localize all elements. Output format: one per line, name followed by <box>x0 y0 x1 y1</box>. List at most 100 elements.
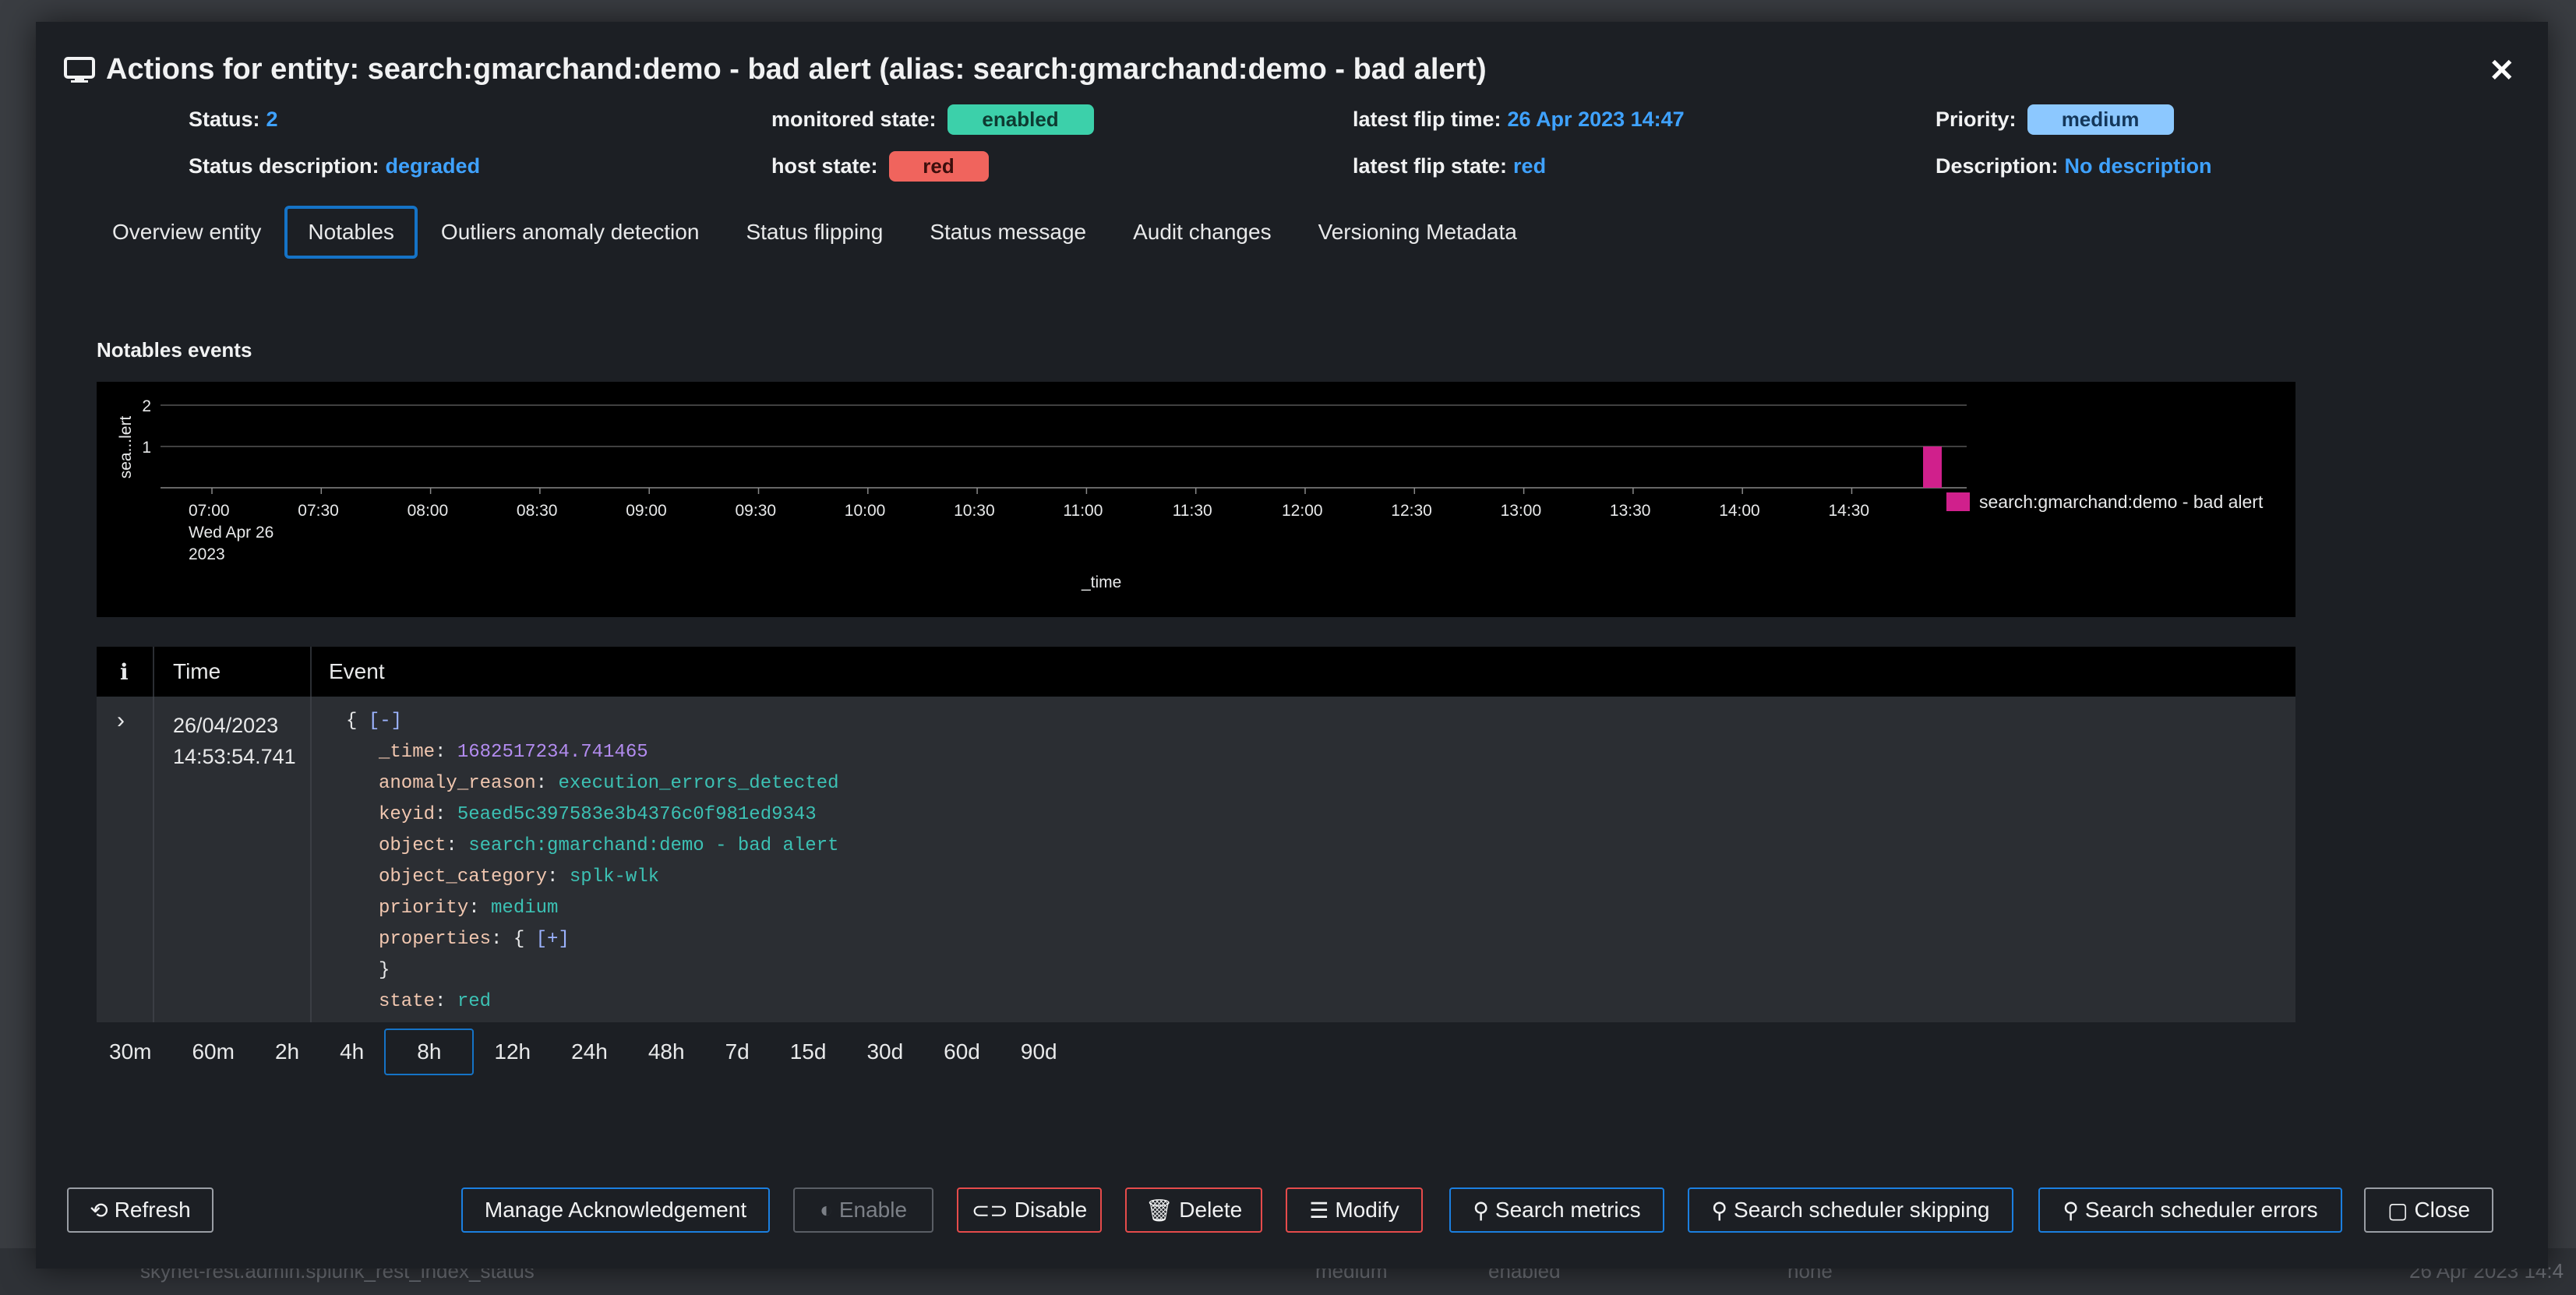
range-button-8h[interactable]: 8h <box>384 1029 475 1075</box>
modify-button[interactable]: ☰ Modify <box>1286 1187 1423 1233</box>
event-json: { [-] _time: 1682517234.741465 anomaly_rea… <box>346 711 2263 1022</box>
range-button-12h[interactable]: 12h <box>474 1029 551 1075</box>
latest-flip-state-label: latest flip state: <box>1353 154 1508 178</box>
range-button-48h[interactable]: 48h <box>628 1029 705 1075</box>
refresh-icon: ⟲ <box>90 1198 108 1223</box>
delete-label: Delete <box>1179 1198 1243 1222</box>
manage-acknowledgement-label: Manage Acknowledgement <box>484 1198 747 1222</box>
x-tick-label: 09:30 <box>736 502 777 520</box>
x-tick-label: 10:00 <box>845 502 886 520</box>
close-label: Close <box>2414 1198 2471 1222</box>
disable-button[interactable]: ⊂⊃ Disable <box>957 1187 1102 1233</box>
range-button-60m[interactable]: 60m <box>171 1029 254 1075</box>
latest-flip-state-value: red <box>1513 154 1547 178</box>
search-scheduler-skipping-button[interactable]: ⚲ Search scheduler skipping <box>1688 1187 2013 1233</box>
toggle-off-icon: ⊂⊃ <box>971 1198 1008 1223</box>
x-tick-label: 13:00 <box>1501 502 1542 520</box>
header-info: i <box>120 659 129 685</box>
time-range-bar: 30m 60m 2h 4h 8h 12h 24h 48h 7d 15d 30d 60d 90d <box>89 1029 1078 1075</box>
tab-overview-entity[interactable]: Overview entity <box>89 206 284 259</box>
event-token: { <box>346 711 358 732</box>
tab-versioning-metadata[interactable]: Versioning Metadata <box>1295 206 1540 259</box>
monitor-icon <box>64 56 95 83</box>
trash-icon: 🗑 <box>1145 1198 1173 1223</box>
row-time: 14:53:54.741 <box>173 745 296 768</box>
event-token: search:gmarchand:demo - bad alert <box>468 835 839 856</box>
status-field: Status: 2 <box>189 108 278 132</box>
event-token: _time <box>379 742 436 763</box>
range-button-30m[interactable]: 30m <box>89 1029 171 1075</box>
status-description-value: degraded <box>385 154 481 178</box>
header-event: Event <box>329 659 385 683</box>
latest-flip-time-value: 26 Apr 2023 14:47 <box>1507 108 1685 131</box>
search-metrics-button[interactable]: ⚲ Search metrics <box>1449 1187 1664 1233</box>
tab-notables[interactable]: Notables <box>284 206 418 259</box>
monitored-state-field: monitored state: enabled <box>771 104 1094 135</box>
expand-row-chevron-icon[interactable]: › <box>117 707 125 734</box>
close-button[interactable]: ▢ Close <box>2364 1187 2493 1233</box>
tab-audit-changes[interactable]: Audit changes <box>1110 206 1294 259</box>
range-button-7d[interactable]: 7d <box>705 1029 770 1075</box>
event-token: red <box>457 991 492 1012</box>
toggle-json-node[interactable]: [-] <box>369 711 402 732</box>
enable-button[interactable]: ◐ Enable <box>793 1187 933 1233</box>
range-button-4h[interactable]: 4h <box>319 1029 384 1075</box>
enable-label: Enable <box>838 1198 908 1222</box>
event-token: anomaly_reason <box>379 773 536 794</box>
range-button-2h[interactable]: 2h <box>255 1029 319 1075</box>
event-line: object_category: splk-wlk <box>379 866 660 887</box>
event-token: 1682517234.741465 <box>457 742 648 763</box>
host-state-field: host state: red <box>771 151 989 182</box>
search-metrics-label: Search metrics <box>1494 1198 1641 1222</box>
event-line: { [-] <box>346 711 402 732</box>
search-scheduler-errors-button[interactable]: ⚲ Search scheduler errors <box>2038 1187 2342 1233</box>
event-token: 5eaed5c397583e3b4376c0f981ed9343 <box>457 804 817 825</box>
event-line: properties: { [+] <box>379 929 570 950</box>
priority-field: Priority: medium <box>1936 104 2174 135</box>
range-button-60d[interactable]: 60d <box>923 1029 1000 1075</box>
modal-title-text: Actions for entity: search:gmarchand:dem… <box>106 53 1487 86</box>
range-button-24h[interactable]: 24h <box>551 1029 628 1075</box>
tab-outliers-anomaly-detection[interactable]: Outliers anomaly detection <box>418 206 723 259</box>
x-tick-label: 11:30 <box>1173 502 1212 520</box>
x-tick-label: 07:30 <box>298 502 339 520</box>
x-tick-label: 12:00 <box>1282 502 1323 520</box>
manage-acknowledgement-button[interactable]: Manage Acknowledgement <box>461 1187 770 1233</box>
y-tick-label: 2 <box>142 397 151 415</box>
events-table: i Time Event › 26/04/2023 14:53:54.741 {… <box>97 647 2295 1022</box>
status-label: Status: <box>189 108 260 131</box>
notables-chart-svg: 2 1 sea...lert 07:00 07:30 08:00 08:30 09:00 09:… <box>117 397 2264 591</box>
description-field: Description: No description <box>1936 154 2212 178</box>
x-axis-label: _time <box>1081 573 1121 591</box>
range-button-90d[interactable]: 90d <box>1000 1029 1078 1075</box>
description-value: No description <box>2064 154 2212 178</box>
search-icon: ⚲ <box>1473 1198 1489 1223</box>
priority-badge: medium <box>2027 104 2174 135</box>
x-tick-label: 14:00 <box>1719 502 1760 520</box>
x-tick-label: 11:00 <box>1063 502 1103 520</box>
delete-button[interactable]: 🗑 Delete <box>1125 1187 1262 1233</box>
section-title: Notables events <box>97 338 252 362</box>
event-line: _time: 1682517234.741465 <box>379 742 648 763</box>
tab-bar: Overview entity Notables Outliers anomal… <box>89 206 1540 259</box>
tab-status-message[interactable]: Status message <box>906 206 1110 259</box>
event-line: object: search:gmarchand:demo - bad aler… <box>379 835 839 856</box>
y-tick-label: 1 <box>142 439 151 457</box>
bar <box>1923 446 1943 488</box>
x-tick-label: 12:30 <box>1391 502 1432 520</box>
range-button-15d[interactable]: 15d <box>770 1029 847 1075</box>
x-tick-label: 08:00 <box>408 502 449 520</box>
row-date: 26/04/2023 <box>173 714 279 737</box>
monitored-state-badge: enabled <box>947 104 1094 135</box>
range-button-30d[interactable]: 30d <box>846 1029 923 1075</box>
event-token: object <box>379 835 446 856</box>
refresh-button[interactable]: ⟲ Refresh <box>67 1187 213 1233</box>
toggle-json-node[interactable]: [+] <box>536 929 570 950</box>
disable-label: Disable <box>1014 1198 1088 1222</box>
latest-flip-state-field: latest flip state: red <box>1353 154 1546 178</box>
close-icon[interactable]: ✕ <box>2489 53 2515 89</box>
tab-status-flipping[interactable]: Status flipping <box>722 206 906 259</box>
event-token: properties <box>379 929 492 950</box>
event-token: execution_errors_detected <box>558 773 839 794</box>
entity-actions-modal: Actions for entity: search:gmarchand:dem… <box>36 22 2548 1269</box>
